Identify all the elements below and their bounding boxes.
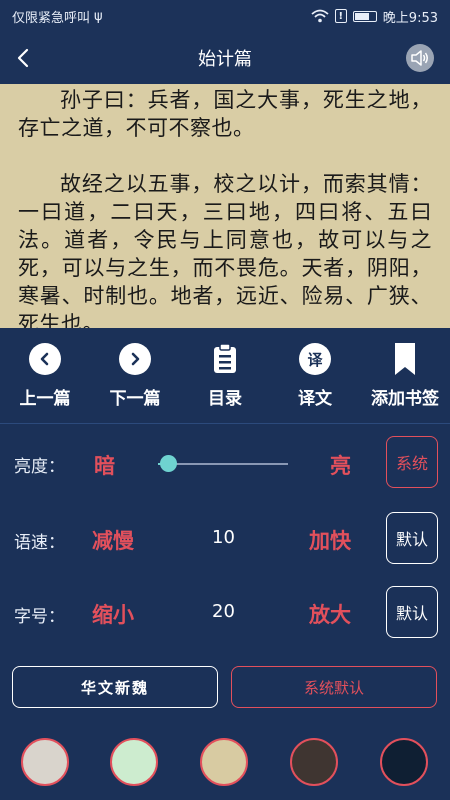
- translation-button[interactable]: 译 译文: [275, 342, 355, 409]
- swatch-navy[interactable]: [380, 738, 428, 786]
- nav-bar: 始计篇: [0, 32, 450, 84]
- speed-up-button[interactable]: 加快: [309, 525, 351, 555]
- brightness-slider-thumb[interactable]: [160, 455, 178, 472]
- battery-icon: [352, 10, 377, 22]
- prev-chapter-label: 上一篇: [19, 389, 71, 409]
- system-brightness-button[interactable]: 系统: [386, 436, 438, 488]
- table-of-contents-button[interactable]: 目录: [185, 342, 265, 409]
- speaker-icon: [411, 50, 428, 66]
- swatch-dark-brown[interactable]: [290, 738, 338, 786]
- usb-icon: ψ: [94, 8, 103, 24]
- back-button[interactable]: [10, 44, 38, 72]
- bookmark-icon: [388, 342, 422, 376]
- add-bookmark-button[interactable]: 添加书签: [365, 342, 445, 409]
- swatch-light-gray[interactable]: [21, 738, 69, 786]
- sim-icon: !: [334, 9, 347, 23]
- font-huawen-xinwei-button[interactable]: 华文新魏: [12, 666, 218, 708]
- swatch-light-green[interactable]: [110, 738, 158, 786]
- reading-content[interactable]: 孙子曰：兵者，国之大事，死生之地，存亡之道，不可不察也。 故经之以五事，校之以计…: [0, 84, 450, 328]
- status-bar: 仅限紧急呼叫 ψ ! 晚上9:53: [0, 0, 450, 32]
- status-left: 仅限紧急呼叫 ψ: [12, 7, 103, 26]
- table-of-contents-label: 目录: [208, 389, 242, 409]
- add-bookmark-label: 添加书签: [371, 389, 439, 409]
- translation-label: 译文: [298, 389, 332, 409]
- font-size-row: 字号： 缩小 20 放大 默认: [0, 586, 450, 642]
- brightness-slider-track[interactable]: [168, 463, 288, 465]
- translate-icon: 译: [299, 343, 331, 375]
- next-chapter-label: 下一篇: [109, 389, 161, 409]
- font-size-value: 20: [212, 601, 235, 622]
- next-arrow-icon: [119, 343, 151, 375]
- brightness-row: 亮度： 暗 亮 系统: [0, 436, 450, 492]
- slow-down-button[interactable]: 减慢: [92, 525, 134, 555]
- prev-arrow-icon: [29, 343, 61, 375]
- page-title: 始计篇: [198, 49, 252, 70]
- list-icon: [208, 342, 242, 376]
- default-speed-button[interactable]: 默认: [386, 512, 438, 564]
- swatch-beige[interactable]: [200, 738, 248, 786]
- carrier-text: 仅限紧急呼叫: [12, 10, 91, 26]
- font-system-default-button[interactable]: 系统默认: [231, 666, 437, 708]
- brightness-dark-label: 暗: [94, 454, 115, 478]
- reader-toolbar: 上一篇 下一篇 目录 译 译文 添加书签: [0, 328, 450, 424]
- background-color-swatches: [0, 738, 450, 788]
- increase-font-button[interactable]: 放大: [309, 599, 351, 629]
- paragraph-1: 孙子曰：兵者，国之大事，死生之地，存亡之道，不可不察也。: [18, 88, 432, 140]
- chevron-left-icon: [17, 48, 29, 68]
- status-right: ! 晚上9:53: [311, 7, 438, 26]
- speech-speed-row: 语速： 减慢 10 加快 默认: [0, 512, 450, 568]
- font-size-label: 字号：: [14, 607, 65, 627]
- read-aloud-button[interactable]: [406, 44, 434, 72]
- speech-speed-value: 10: [212, 527, 235, 548]
- decrease-font-button[interactable]: 缩小: [92, 599, 134, 629]
- speech-speed-label: 语速：: [14, 533, 65, 553]
- prev-chapter-button[interactable]: 上一篇: [5, 342, 85, 409]
- wifi-icon: [311, 9, 329, 23]
- paragraph-2: 故经之以五事，校之以计，而索其情：一曰道，二曰天，三曰地，四曰将、五曰法。道者，…: [18, 172, 432, 328]
- brightness-bright-label: 亮: [330, 454, 351, 478]
- default-font-size-button[interactable]: 默认: [386, 586, 438, 638]
- clock: 晚上9:53: [382, 10, 438, 26]
- brightness-label: 亮度：: [14, 457, 65, 477]
- next-chapter-button[interactable]: 下一篇: [95, 342, 175, 409]
